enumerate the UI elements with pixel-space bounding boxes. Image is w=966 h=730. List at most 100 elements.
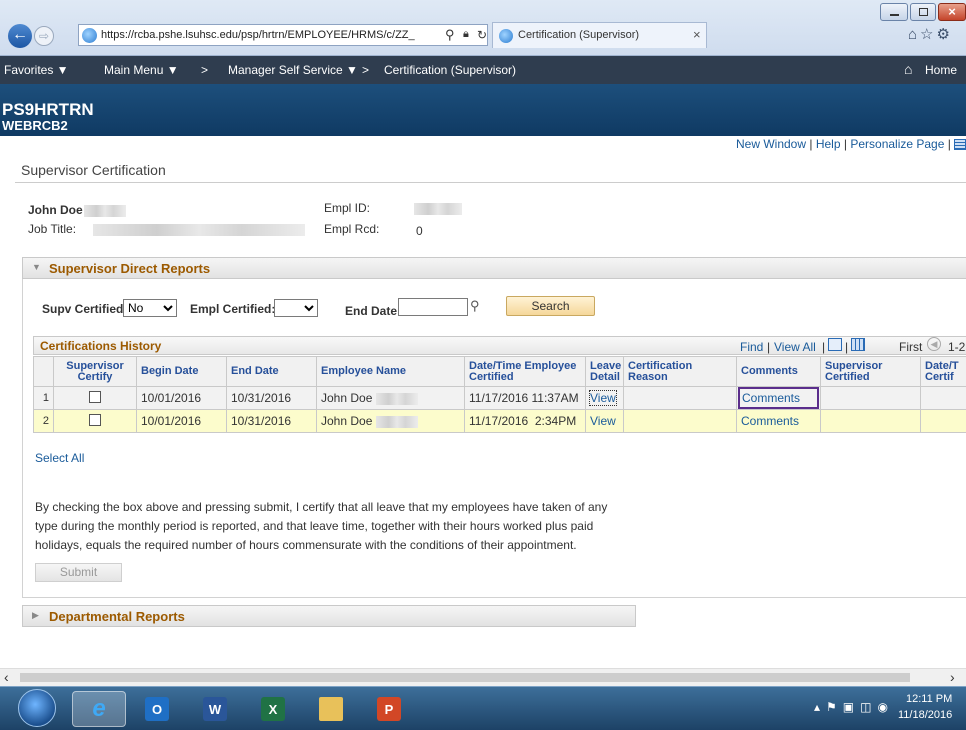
server-name: WEBRCB2 [2, 118, 68, 133]
expand-icon[interactable]: ▶ [32, 610, 39, 621]
select-all-link[interactable]: Select All [35, 451, 84, 465]
manager-self-service-menu[interactable]: Manager Self Service ▼ [228, 63, 358, 77]
browser-tab[interactable]: Certification (Supervisor) × [492, 22, 707, 48]
home-link[interactable]: Home [925, 63, 957, 77]
scroll-left-icon[interactable]: ‹ [4, 669, 9, 685]
find-link[interactable]: Find [740, 340, 763, 354]
main-menu[interactable]: Main Menu ▼ [104, 63, 179, 77]
redacted-block [414, 203, 462, 215]
system-tray-icons[interactable]: ▴⚑▣◫◉ [814, 700, 894, 714]
supervisor-certify-checkbox[interactable] [89, 413, 101, 426]
zoom-grid-icon[interactable] [828, 338, 842, 351]
ie-page-icon [82, 28, 97, 43]
search-icon[interactable]: ⚲ [445, 27, 455, 43]
close-window-button[interactable]: × [938, 3, 966, 21]
outlook-icon: O [145, 697, 169, 721]
collapse-icon[interactable]: ▼ [32, 262, 41, 272]
taskbar-explorer[interactable] [304, 691, 358, 727]
download-grid-icon[interactable] [851, 338, 865, 351]
top-links: New Window | Help | Personalize Page | [736, 137, 966, 151]
empl-rcd-label: Empl Rcd: [324, 222, 380, 236]
taskbar-outlook[interactable]: O [130, 691, 184, 727]
minimize-button[interactable] [880, 3, 908, 21]
comments-cell: Comments [736, 409, 821, 433]
taskbar-word[interactable]: W [188, 691, 242, 727]
range-label: 1-2 [948, 340, 966, 354]
column-header[interactable]: Date/T Certif [920, 356, 966, 387]
link-separator: | [845, 340, 849, 354]
tab-close-icon[interactable]: × [693, 27, 701, 42]
search-button[interactable]: Search [506, 296, 595, 316]
job-title-label: Job Title: [28, 222, 77, 236]
statement-line: type during the monthly period is report… [35, 519, 594, 533]
view-leave-link[interactable]: View [590, 414, 616, 428]
begin-date: 10/01/2016 [136, 409, 227, 433]
column-header[interactable]: Employee Name [316, 356, 465, 387]
new-window-link[interactable]: New Window [736, 137, 806, 151]
column-header[interactable]: Certification Reason [623, 356, 737, 387]
first-label: First [899, 340, 923, 354]
portal-header: PS9HRTRN WEBRCB2 [0, 84, 966, 136]
statement-line: holidays, equals the required number of … [35, 538, 577, 552]
employee-name: John Doe [28, 203, 83, 217]
grid-icon[interactable] [954, 139, 966, 151]
view-leave-link[interactable]: View [589, 390, 617, 406]
column-header[interactable]: Begin Date [136, 356, 227, 387]
submit-button[interactable]: Submit [35, 563, 122, 582]
back-icon[interactable]: ← [8, 24, 32, 48]
supv-certified-select[interactable]: No [123, 299, 177, 317]
supervisor-certify-checkbox-cell [53, 386, 137, 410]
help-link[interactable]: Help [816, 137, 841, 151]
view-all-link[interactable]: View All [774, 340, 816, 354]
tab-title: Certification (Supervisor) [518, 29, 640, 41]
end-date-input[interactable] [398, 298, 468, 316]
breadcrumb-current[interactable]: Certification (Supervisor) [384, 63, 516, 77]
departmental-reports-header[interactable]: ▶ Departmental Reports [22, 605, 636, 627]
horizontal-scrollbar[interactable]: ‹ › [0, 668, 966, 686]
calendar-lookup-icon[interactable]: ⚲ [470, 298, 480, 314]
tab-favicon-icon [499, 29, 513, 43]
maximize-button[interactable] [910, 3, 936, 21]
column-header[interactable]: End Date [226, 356, 317, 387]
column-header[interactable]: Leave Detail [585, 356, 624, 387]
page-title: Supervisor Certification [21, 162, 166, 178]
folder-icon [319, 697, 343, 721]
supervisor-certify-checkbox[interactable] [89, 390, 101, 403]
scroll-thumb[interactable] [20, 673, 910, 682]
employee-name-cell: John Doe [316, 409, 465, 433]
home-icon[interactable]: ⌂ [904, 61, 912, 77]
taskbar-ie[interactable]: e [72, 691, 126, 727]
favorites-menu[interactable]: Favorites ▼ [4, 63, 69, 77]
employee-certified-datetime: 11/17/2016 11:37AM [464, 386, 586, 410]
column-header[interactable]: Comments [736, 356, 821, 387]
supervisor-certify-checkbox-cell [53, 409, 137, 433]
direct-reports-header[interactable]: ▼ Supervisor Direct Reports [22, 257, 966, 279]
taskbar-powerpoint[interactable]: P [362, 691, 416, 727]
personalize-page-link[interactable]: Personalize Page [850, 137, 944, 151]
leave-detail-cell: View [585, 386, 624, 410]
home-star-gear-icons[interactable]: ⌂☆⚙ [908, 25, 953, 43]
empl-certified-select[interactable] [274, 299, 318, 317]
refresh-icon[interactable]: ↻ [477, 28, 487, 42]
certification-reason [623, 386, 737, 410]
previous-icon[interactable]: ◀ [927, 337, 941, 351]
redacted-block [375, 392, 418, 405]
breadcrumb-separator: > [201, 63, 209, 77]
internet-explorer-icon: e [92, 695, 106, 722]
empl-rcd-value: 0 [416, 224, 423, 238]
scroll-right-icon[interactable]: › [950, 669, 955, 685]
direct-reports-title: Supervisor Direct Reports [49, 261, 211, 276]
comments-link[interactable]: Comments [738, 387, 819, 409]
address-bar[interactable]: https://rcba.pshe.lsuhsc.edu/psp/hrtrn/E… [78, 24, 488, 46]
taskbar-excel[interactable]: X [246, 691, 300, 727]
excel-icon: X [261, 697, 285, 721]
column-header[interactable]: Supervisor Certified [820, 356, 921, 387]
forward-icon[interactable]: ⇨ [34, 26, 54, 46]
statement-line: By checking the box above and pressing s… [35, 500, 608, 514]
start-button[interactable] [18, 689, 56, 727]
clock-time[interactable]: 12:11 PM [906, 693, 952, 705]
column-header[interactable]: Date/Time Employee Certified [464, 356, 586, 387]
clock-date[interactable]: 11/18/2016 [898, 709, 952, 721]
end-date: 10/31/2016 [226, 409, 317, 433]
comments-link[interactable]: Comments [741, 414, 799, 428]
